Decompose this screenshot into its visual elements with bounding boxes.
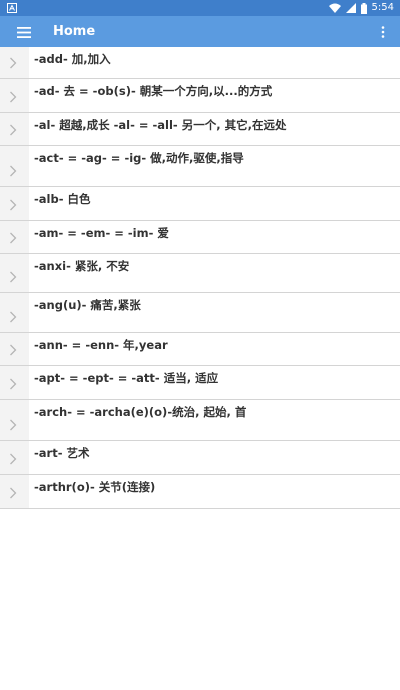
- chevron-column: [0, 254, 29, 292]
- chevron-right-icon: [10, 487, 17, 499]
- list-item-label: -anxi- 紧张, 不安: [34, 259, 130, 273]
- list-item[interactable]: -al- 超越,成长 -al- = -all- 另一个, 其它,在远处: [0, 113, 400, 146]
- status-bar: 5:54: [0, 0, 400, 16]
- chevron-right-icon: [10, 165, 17, 177]
- list-item[interactable]: -arch- = -archa(e)(o)-统治, 起始, 首: [0, 400, 400, 441]
- list-item-label: -ad- 去 = -ob(s)- 朝某一个方向,以...的方式: [34, 84, 273, 98]
- chevron-column: [0, 441, 29, 474]
- list-item-label: -alb- 白色: [34, 192, 91, 206]
- status-time: 5:54: [371, 2, 394, 13]
- list-item[interactable]: -ann- = -enn- 年,year: [0, 333, 400, 366]
- list-item-label: -ang(u)- 痛苦,紧张: [34, 298, 141, 312]
- list-item[interactable]: -add- 加,加入: [0, 47, 400, 79]
- chevron-column: [0, 113, 29, 145]
- chevron-right-icon: [10, 199, 17, 211]
- page-title: Home: [53, 24, 96, 39]
- signal-icon: [345, 3, 356, 13]
- chevron-right-icon: [10, 124, 17, 136]
- list-item-label: -art- 艺术: [34, 446, 90, 460]
- root-list: -add- 加,加入 -ad- 去 = -ob(s)- 朝某一个方向,以...的…: [0, 47, 400, 509]
- hamburger-menu-icon[interactable]: [14, 22, 34, 42]
- more-vert-icon[interactable]: [378, 22, 388, 42]
- list-item-label: -ann- = -enn- 年,year: [34, 338, 168, 352]
- chevron-column: [0, 366, 29, 399]
- chevron-right-icon: [10, 271, 17, 283]
- wifi-icon: [328, 3, 341, 13]
- chevron-right-icon: [10, 91, 17, 103]
- chevron-right-icon: [10, 232, 17, 244]
- chevron-right-icon: [10, 57, 17, 69]
- list-item[interactable]: -arthr(o)- 关节(连接): [0, 475, 400, 509]
- battery-icon: [360, 2, 367, 14]
- chevron-column: [0, 79, 29, 112]
- list-item[interactable]: -art- 艺术: [0, 441, 400, 475]
- list-item[interactable]: -apt- = -ept- = -att- 适当, 适应: [0, 366, 400, 400]
- list-item[interactable]: -act- = -ag- = -ig- 做,动作,驱使,指导: [0, 146, 400, 187]
- list-item-label: -add- 加,加入: [34, 52, 111, 66]
- chevron-right-icon: [10, 311, 17, 323]
- list-item-label: -act- = -ag- = -ig- 做,动作,驱使,指导: [34, 151, 244, 165]
- list-item-label: -apt- = -ept- = -att- 适当, 适应: [34, 371, 219, 385]
- list-item-label: -arthr(o)- 关节(连接): [34, 480, 156, 494]
- chevron-column: [0, 187, 29, 220]
- chevron-column: [0, 400, 29, 440]
- notification-icon: [7, 3, 17, 13]
- list-item[interactable]: -am- = -em- = -im- 爱: [0, 221, 400, 254]
- chevron-right-icon: [10, 344, 17, 356]
- chevron-right-icon: [10, 419, 17, 431]
- chevron-column: [0, 293, 29, 332]
- list-item-label: -arch- = -archa(e)(o)-统治, 起始, 首: [34, 405, 247, 419]
- list-item[interactable]: -ang(u)- 痛苦,紧张: [0, 293, 400, 333]
- list-item-label: -al- 超越,成长 -al- = -all- 另一个, 其它,在远处: [34, 118, 287, 132]
- chevron-column: [0, 221, 29, 253]
- chevron-column: [0, 333, 29, 365]
- list-item[interactable]: -ad- 去 = -ob(s)- 朝某一个方向,以...的方式: [0, 79, 400, 113]
- chevron-column: [0, 475, 29, 508]
- status-icons: 5:54: [328, 0, 394, 16]
- chevron-column: [0, 47, 29, 78]
- list-item[interactable]: -anxi- 紧张, 不安: [0, 254, 400, 293]
- chevron-column: [0, 146, 29, 186]
- list-item-label: -am- = -em- = -im- 爱: [34, 226, 169, 240]
- chevron-right-icon: [10, 453, 17, 465]
- chevron-right-icon: [10, 378, 17, 390]
- list-item[interactable]: -alb- 白色: [0, 187, 400, 221]
- app-bar: Home: [0, 16, 400, 47]
